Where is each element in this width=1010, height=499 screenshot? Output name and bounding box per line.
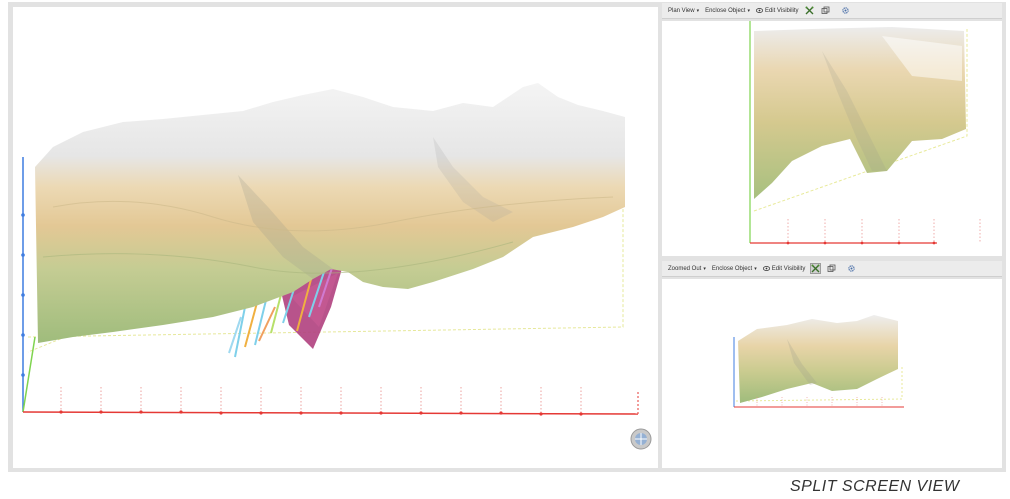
crossed-tools-icon[interactable] [804, 5, 815, 16]
edit-visibility-label: Edit Visibility [764, 7, 799, 14]
crossed-tools-icon[interactable] [810, 263, 822, 274]
eye-icon [755, 8, 763, 13]
enclose-cube-icon[interactable] [826, 263, 837, 274]
enclose-cube-icon[interactable] [820, 5, 831, 16]
chevron-down-icon: ▾ [754, 265, 757, 272]
enclose-object-label: Enclose Object [711, 265, 753, 272]
chevron-down-icon: ▾ [696, 7, 700, 14]
eye-icon [762, 266, 770, 271]
plan-view-viewport[interactable] [662, 21, 1002, 256]
gear-icon[interactable] [846, 263, 857, 274]
chevron-down-icon: ▾ [747, 7, 750, 14]
view-mode-dropdown[interactable]: Zoomed Out ▾ [668, 266, 706, 272]
split-screen-caption: SPLIT SCREEN VIEW [790, 478, 960, 495]
view-mode-dropdown[interactable]: Plan View ▾ [668, 8, 699, 14]
terrain-surface [738, 315, 898, 403]
edit-visibility-button[interactable]: Edit Visibility [755, 7, 799, 14]
view-mode-label: Zoomed Out [668, 265, 702, 272]
gear-icon[interactable] [840, 5, 851, 16]
enclose-object-dropdown[interactable]: Enclose Object ▾ [705, 8, 750, 14]
zoomed-out-viewport[interactable] [662, 279, 1002, 468]
enclose-object-dropdown[interactable]: Enclose Object ▾ [712, 266, 757, 272]
bottom-view-toolbar: Zoomed Out ▾ Enclose Object ▾ Edit Visib… [662, 261, 1002, 277]
edit-visibility-button[interactable]: Edit Visibility [762, 265, 806, 272]
z-axis [22, 336, 36, 413]
edit-visibility-label: Edit Visibility [771, 265, 806, 272]
top-view-toolbar: Plan View ▾ Enclose Object ▾ Edit Visibi… [662, 3, 1002, 19]
view-mode-label: Plan View [668, 7, 695, 14]
navigation-globe-icon[interactable] [630, 428, 652, 450]
y-axis [21, 157, 25, 412]
enclose-object-label: Enclose Object [705, 7, 746, 14]
x-axis [22, 387, 639, 416]
main-3d-viewport[interactable] [13, 7, 658, 468]
chevron-down-icon: ▾ [703, 265, 706, 272]
